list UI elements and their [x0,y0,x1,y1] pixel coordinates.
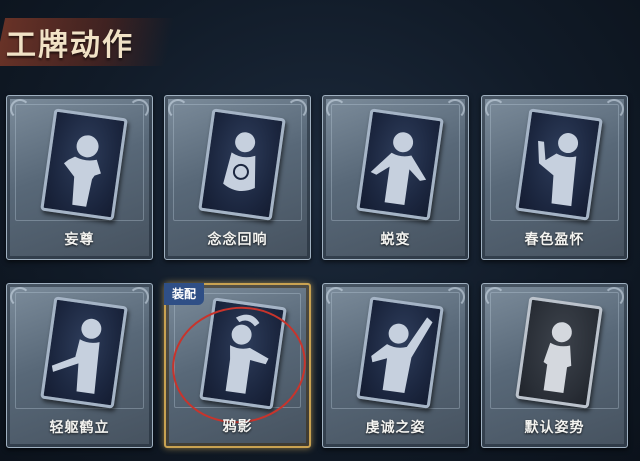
ornament-icon [485,99,505,119]
pose-silhouette-icon [356,108,444,221]
pose-card-7[interactable]: 虔诚之姿 [322,283,469,448]
pose-label: 念念回响 [207,232,268,248]
pose-card-5[interactable]: 轻躯鹤立 [6,283,153,448]
ornament-icon [326,99,346,119]
pose-silhouette-icon [515,296,603,409]
pose-silhouette-icon [515,108,603,221]
pose-silhouette-icon [40,108,128,221]
ornament-icon [604,287,624,307]
pose-label: 轻躯鹤立 [49,420,110,436]
pose-label: 默认姿势 [524,420,585,436]
pose-silhouette-icon [40,296,128,409]
pose-label: 虔诚之姿 [365,420,426,436]
pose-label: 妄尊 [64,232,95,248]
ornament-icon [10,287,30,307]
pose-card-3[interactable]: 蜕变 [322,95,469,260]
pose-card-6[interactable]: 装配 鸦影 [164,283,314,448]
ornament-icon [445,287,465,307]
ornament-icon [129,287,149,307]
pose-card-2[interactable]: 念念回响 [164,95,311,260]
pose-card-8[interactable]: 默认姿势 [481,283,628,448]
equipped-badge: 装配 [164,283,204,305]
pose-label: 春色盈怀 [524,232,585,248]
ornament-icon [326,287,346,307]
ornament-icon [168,99,188,119]
pose-card-4[interactable]: 春色盈怀 [481,95,628,260]
pose-silhouette-icon [198,108,286,221]
ornament-icon [129,99,149,119]
pose-silhouette-icon [356,296,444,409]
pose-label: 蜕变 [380,232,411,248]
ornament-icon [445,99,465,119]
ornament-icon [485,287,505,307]
ornament-icon [287,99,307,119]
pose-card-1[interactable]: 妄尊 [6,95,153,260]
pose-label: 鸦影 [222,419,253,435]
pose-grid: 妄尊 念念回响 蜕变 春色盈怀 轻躯鹤立 装配 鸦影 虔诚之姿 默认姿势 [0,0,640,461]
ornament-icon [604,99,624,119]
ornament-icon [10,99,30,119]
